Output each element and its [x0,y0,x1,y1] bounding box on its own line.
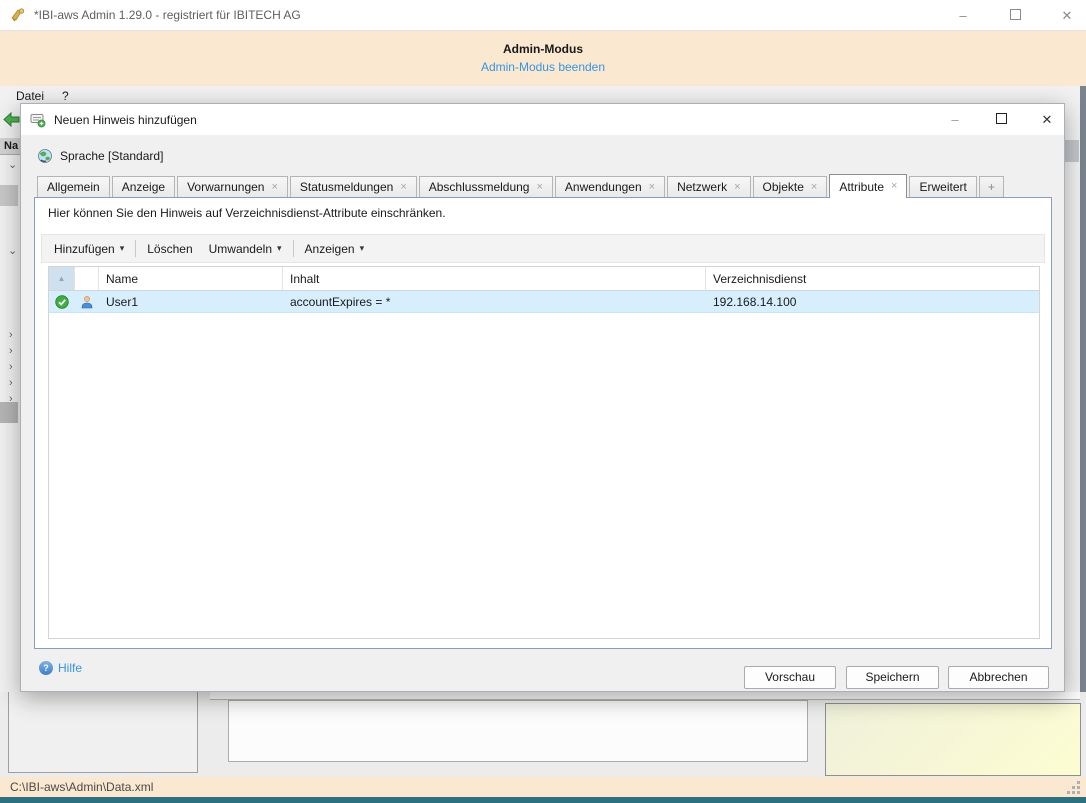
back-arrow-icon[interactable] [3,111,20,128]
background-left-panel [8,692,198,773]
chevron-down-icon[interactable]: ⌄ [8,160,17,171]
maximize-icon [995,113,1007,124]
dialog-minimize-button[interactable]: – [944,112,966,127]
tab-erweitert[interactable]: Erweitert [909,176,977,197]
column-header-verzeichnisdienst[interactable]: Verzeichnisdienst [706,267,1039,290]
check-circle-icon [55,294,69,309]
dialog-titlebar: Neuen Hinweis hinzufügen – ✕ [21,104,1064,135]
help-icon: ? [39,661,53,675]
row-type-cell [75,291,99,312]
tree-item-block [0,185,18,206]
language-row[interactable]: Sprache [Standard] [37,146,163,166]
scrollbar-track[interactable] [1064,106,1080,648]
icon-column-header[interactable] [75,267,99,290]
toolbar-separator [292,240,294,257]
tab-close-icon[interactable]: × [649,181,655,193]
chevron-right-icon[interactable]: › [9,362,13,373]
save-button[interactable]: Speichern [846,666,939,689]
dialog-maximize-button[interactable] [990,112,1012,127]
grid-header: ▲ Name Inhalt Verzeichnisdienst [49,267,1039,291]
tab-add-button[interactable]: + [978,176,1004,197]
add-menu-button[interactable]: Hinzufügen ▾ [46,242,132,256]
tab-netzwerk[interactable]: Netzwerk × [667,176,751,197]
tab-attribute[interactable]: Attribute × [829,174,908,198]
status-file-path: C:\IBI-aws\Admin\Data.xml [10,780,154,794]
tab-vorwarnungen[interactable]: Vorwarnungen × [177,176,288,197]
window-title: *IBI-aws Admin 1.29.0 - registriert für … [34,8,301,22]
column-header-inhalt[interactable]: Inhalt [283,267,706,290]
scrollbar-thumb[interactable] [1065,140,1079,162]
tab-allgemein[interactable]: Allgemein [37,176,110,197]
add-note-icon [30,113,46,127]
tab-close-icon[interactable]: × [811,181,817,193]
column-header-name[interactable]: Name [99,267,283,290]
grid-toolbar: Hinzufügen ▾ Löschen Umwandeln ▾ Anzeige… [41,234,1045,263]
dropdown-caret-icon: ▾ [359,243,365,253]
dialog-close-button[interactable]: ✕ [1036,112,1058,128]
panel-description: Hier können Sie den Hinweis auf Verzeich… [48,206,446,220]
sort-asc-icon: ▲ [57,274,66,283]
help-link[interactable]: ? Hilfe [39,661,82,675]
chevron-down-icon[interactable]: ⌄ [8,246,17,257]
tab-close-icon[interactable]: × [400,181,406,193]
tab-statusmeldungen[interactable]: Statusmeldungen × [289,176,417,197]
resize-grip[interactable] [1066,780,1080,794]
tree-column-header: Na [0,138,20,155]
menu-help[interactable]: ? [53,89,78,103]
tree-item-block [0,402,18,423]
close-button[interactable]: ✕ [1056,8,1078,24]
row-content: accountExpires = * [290,294,391,309]
tab-close-icon[interactable]: × [271,181,277,193]
admin-mode-banner: Admin-Modus Admin-Modus beenden [0,31,1086,86]
window-right-edge [1080,86,1086,777]
bottom-accent-strip [0,797,1086,803]
tab-close-icon[interactable]: × [734,181,740,193]
main-titlebar: *IBI-aws Admin 1.29.0 - registriert für … [0,0,1086,31]
screen: *IBI-aws Admin 1.29.0 - registriert für … [0,0,1086,803]
dialog-title: Neuen Hinweis hinzufügen [54,112,197,127]
language-label: Sprache [Standard] [60,149,164,163]
chevron-right-icon[interactable]: › [9,346,13,357]
attributes-grid: ▲ Name Inhalt Verzeichnisdienst User1 ac… [48,266,1040,639]
tab-objekte[interactable]: Objekte × [752,176,828,197]
convert-menu-button[interactable]: Umwandeln ▾ [201,242,290,256]
chevron-right-icon[interactable]: › [9,330,13,341]
tab-close-icon[interactable]: × [536,181,542,193]
tab-anzeige[interactable]: Anzeige [111,176,176,197]
user-icon [81,295,93,308]
background-panel-edge [210,692,1080,700]
row-name: User1 [106,294,139,309]
maximize-icon [1009,9,1021,20]
add-note-dialog: Neuen Hinweis hinzufügen – ✕ Sprache [St… [20,103,1065,692]
chevron-right-icon[interactable]: › [9,378,13,389]
dialog-footer: ? Hilfe Vorschau Speichern Abbrechen [21,650,1064,691]
show-menu-button[interactable]: Anzeigen ▾ [297,242,373,256]
attribute-tab-panel: Hier können Sie den Hinweis auf Verzeich… [34,197,1052,649]
delete-button[interactable]: Löschen [139,242,200,256]
admin-mode-title: Admin-Modus [503,42,583,56]
tab-abschlussmeldung[interactable]: Abschlussmeldung × [418,176,553,197]
cancel-button[interactable]: Abbrechen [948,666,1049,689]
minimize-button[interactable]: – [952,8,974,23]
dropdown-caret-icon: ▾ [277,243,282,253]
row-directory: 192.168.14.100 [713,294,797,309]
dropdown-caret-icon: ▾ [119,243,125,253]
note-preview-panel [825,703,1081,776]
menu-datei[interactable]: Datei [7,89,53,103]
tab-strip: Allgemein Anzeige Vorwarnungen × Statusme… [37,173,1006,198]
sort-indicator-column[interactable]: ▲ [49,267,75,290]
background-center-panel [228,700,808,762]
tab-close-icon[interactable]: × [891,181,897,192]
tab-anwendungen[interactable]: Anwendungen × [554,176,666,197]
app-horn-icon [11,8,25,22]
admin-mode-exit-link[interactable]: Admin-Modus beenden [0,60,1086,74]
row-status-cell [49,291,75,312]
toolbar-separator [135,240,137,257]
table-row[interactable]: User1 accountExpires = * 192.168.14.100 [49,291,1039,313]
statusbar: C:\IBI-aws\Admin\Data.xml [0,777,1086,797]
globe-icon [38,149,52,163]
preview-button[interactable]: Vorschau [744,666,836,689]
maximize-button[interactable] [1004,8,1026,23]
